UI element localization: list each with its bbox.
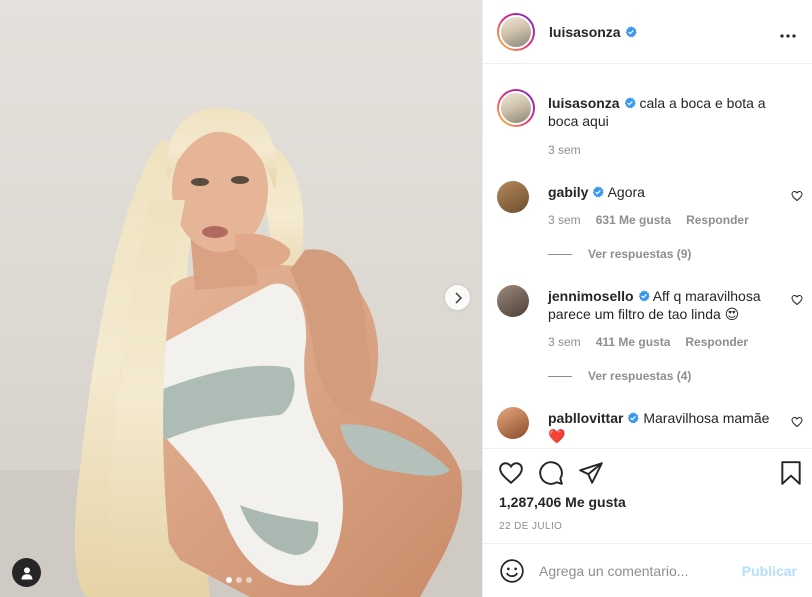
- view-replies-label: Ver respuestas (9): [588, 247, 692, 261]
- post-photo: [0, 107, 482, 597]
- comment-avatar[interactable]: [497, 181, 529, 213]
- caption-avatar[interactable]: [497, 89, 535, 127]
- heart-icon[interactable]: [791, 294, 803, 306]
- user-tag-icon: [21, 566, 32, 579]
- comment-likes[interactable]: 411 Me gusta: [596, 335, 671, 349]
- post-date[interactable]: 22 DE JULIO: [499, 521, 562, 532]
- more-options-button[interactable]: [778, 23, 798, 41]
- caption-username[interactable]: luisasonza: [548, 95, 620, 111]
- comment-username[interactable]: pabllovittar: [548, 410, 623, 426]
- post-actions: 1,287,406 Me gusta 22 DE JULIO: [483, 448, 812, 543]
- likes-count[interactable]: 1,287,406 Me gusta: [499, 494, 626, 510]
- author-avatar[interactable]: [497, 12, 535, 51]
- verified-badge-icon: [625, 25, 637, 37]
- heart-icon[interactable]: [498, 460, 524, 486]
- comment-likes[interactable]: 631 Me gusta: [596, 213, 671, 227]
- comment-avatar[interactable]: [497, 285, 529, 317]
- comment-icon[interactable]: [538, 460, 564, 486]
- comments-list[interactable]: luisasonza cala a boca e bota a boca aqu…: [483, 65, 812, 448]
- view-replies-label: Ver respuestas (4): [588, 369, 692, 383]
- comment-username[interactable]: gabily: [548, 184, 588, 200]
- reply-button[interactable]: Responder: [686, 213, 749, 227]
- verified-badge-icon: [624, 97, 636, 109]
- carousel-dot: [236, 577, 242, 583]
- comment-avatar[interactable]: [497, 407, 529, 439]
- comment-time[interactable]: 3 sem: [548, 335, 581, 349]
- heart-icon[interactable]: [791, 416, 803, 428]
- comment-input[interactable]: [539, 562, 742, 579]
- verified-badge-icon: [593, 186, 605, 198]
- verified-badge-icon: [628, 412, 640, 424]
- post-side-panel: luisasonza luisasonza cala a boca e bota…: [482, 0, 812, 597]
- carousel-dot: [246, 577, 252, 583]
- view-replies-button[interactable]: Ver respuestas (9): [548, 247, 691, 261]
- comment-time[interactable]: 3 sem: [548, 213, 581, 227]
- verified-badge-icon: [638, 290, 650, 302]
- carousel-indicator: [226, 577, 252, 583]
- send-icon[interactable]: [578, 460, 604, 486]
- chevron-right-icon: [454, 291, 462, 304]
- comment-text: Agora: [607, 184, 645, 200]
- carousel-next-button[interactable]: [445, 285, 470, 310]
- more-horizontal-icon: [780, 33, 796, 38]
- carousel-dot-active: [226, 577, 232, 583]
- emoji-icon[interactable]: [499, 558, 525, 584]
- post-header: luisasonza: [483, 0, 812, 64]
- reply-button[interactable]: Responder: [685, 335, 748, 349]
- comment-username[interactable]: jennimosello: [548, 288, 634, 304]
- instagram-post: luisasonza luisasonza cala a boca e bota…: [0, 0, 812, 597]
- add-comment-bar: Publicar: [483, 543, 812, 597]
- publish-button[interactable]: Publicar: [742, 563, 797, 579]
- author-username[interactable]: luisasonza: [549, 24, 621, 40]
- bookmark-icon[interactable]: [778, 460, 804, 486]
- heart-icon[interactable]: [791, 190, 803, 202]
- view-replies-button[interactable]: Ver respuestas (4): [548, 369, 691, 383]
- post-media[interactable]: [0, 0, 482, 597]
- caption-time[interactable]: 3 sem: [548, 143, 581, 157]
- tagged-users-button[interactable]: [12, 558, 41, 587]
